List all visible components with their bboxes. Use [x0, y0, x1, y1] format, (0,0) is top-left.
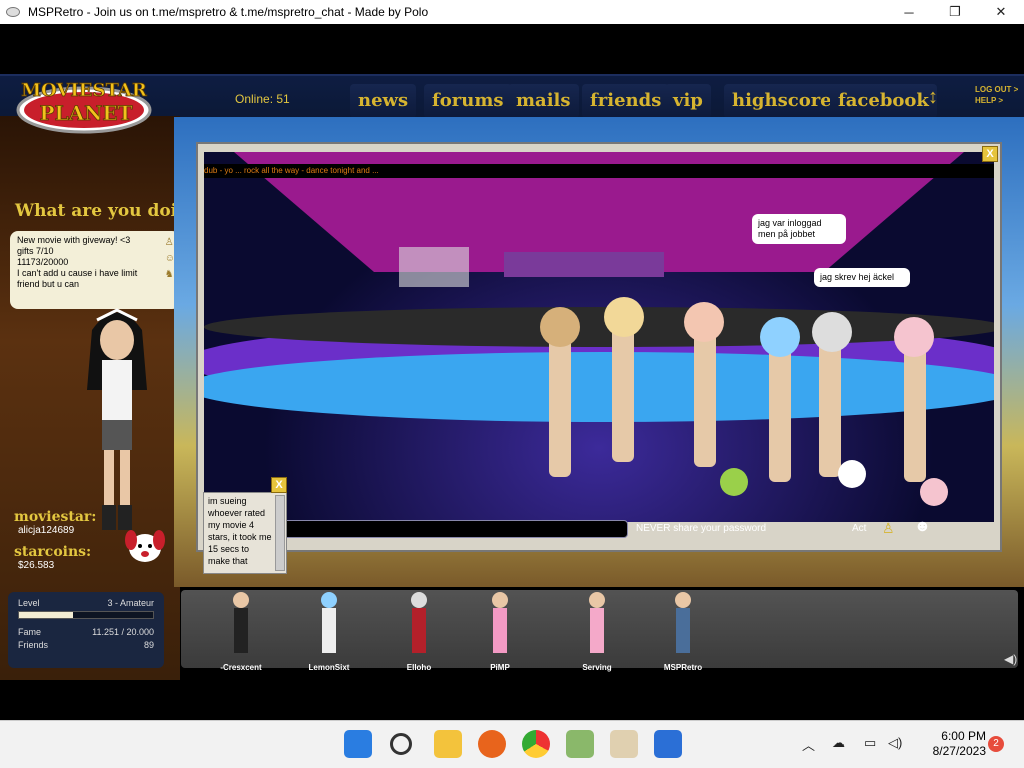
logo-text-2: PLANET — [39, 101, 132, 125]
status-line: New movie with giveway! <3 — [17, 235, 131, 245]
friends-value: 89 — [143, 640, 154, 650]
friend-avatar — [233, 592, 249, 653]
moviestar-info: moviestar: alicja124689 starcoins: $26.5… — [14, 509, 96, 571]
nav-facebook[interactable]: facebook — [830, 84, 937, 118]
chat-bubble: jag skrev hej äckel — [814, 268, 910, 287]
status-line: gifts 7/10 — [17, 246, 54, 256]
status-line: 11173/20000 — [17, 257, 69, 267]
room-close-button[interactable]: X — [982, 146, 998, 162]
chevron-up-icon[interactable]: ︿ — [802, 735, 815, 754]
logo-text-1: MOVIESTAR — [21, 80, 148, 101]
online-count: Online: 51 — [235, 92, 290, 106]
file-explorer-icon[interactable] — [434, 730, 462, 758]
chat-log-text: im sueing whoever rated my movie 4 stars… — [208, 496, 272, 566]
level-progress-fill — [19, 612, 73, 618]
chat-log[interactable]: im sueing whoever rated my movie 4 stars… — [203, 492, 287, 574]
fame-label: Fame — [18, 627, 42, 637]
maximize-button[interactable]: ❐ — [932, 0, 978, 24]
clock[interactable]: 6:00 PM 8/27/2023 — [912, 729, 986, 759]
username: alicja124689 — [18, 525, 75, 536]
minimize-button[interactable]: ─ — [886, 0, 932, 24]
friend-name: MSPRetro — [663, 663, 703, 672]
room-ticker: dub - yo ... rock all the way - dance to… — [204, 164, 994, 178]
mask-icon[interactable]: ☻ — [914, 518, 931, 536]
search-icon[interactable] — [390, 733, 412, 755]
time: 6:00 PM — [941, 729, 986, 743]
app-icon — [6, 7, 20, 17]
friend-name: PiMP — [490, 663, 510, 672]
status-line: I can't add u cause i have limit — [17, 268, 138, 278]
friend-avatar — [589, 592, 605, 653]
close-window-button[interactable]: ✕ — [978, 0, 1024, 24]
shield-icon[interactable] — [654, 730, 682, 758]
friend-item[interactable]: PiMP — [465, 590, 535, 672]
window-title: MSPRetro - Join us on t.me/mspretro & t.… — [28, 5, 429, 19]
chrome-icon[interactable] — [522, 730, 550, 758]
chat-log-scrollbar[interactable] — [275, 495, 285, 571]
level-progress-bar — [18, 611, 154, 619]
player-avatar[interactable] — [72, 300, 162, 535]
friends-label: Friends — [18, 640, 49, 650]
level-panel: Level 3 - Amateur Fame 11.251 / 20.000 Fri… — [8, 592, 164, 668]
nav-mails[interactable]: mails — [508, 84, 579, 118]
network-icon[interactable]: ▭ — [864, 735, 876, 751]
friend-avatar — [492, 592, 508, 653]
starcoins-label: starcoins: — [14, 544, 92, 560]
friend-name: LemonSixt — [308, 663, 350, 672]
act-button[interactable]: Act — [852, 523, 866, 534]
notification-badge[interactable]: 2 — [988, 736, 1004, 752]
password-warning: NEVER share your password — [636, 523, 767, 534]
nav-forums[interactable]: forums — [424, 84, 512, 118]
window-titlebar: MSPRetro - Join us on t.me/mspretro & t.… — [0, 0, 1024, 24]
friend-item[interactable]: MSPRetro — [648, 590, 718, 672]
nav-friends[interactable]: friends — [582, 84, 670, 118]
status-line: friend but u can — [17, 279, 80, 289]
sort-arrow-icon[interactable]: ↕ — [928, 86, 938, 109]
nav-vip[interactable]: vip — [665, 84, 711, 118]
act-figure-icon[interactable]: ♙ — [882, 520, 895, 537]
cloud-icon[interactable]: ☁ — [832, 735, 845, 751]
friend-item[interactable]: Serving — [562, 590, 632, 672]
room-scene — [204, 152, 994, 506]
app-icon[interactable] — [566, 730, 594, 758]
friends-bar: -Cresxcent LemonSixt Elloho PiMP Serving… — [181, 590, 1018, 672]
friend-name: -Cresxcent — [220, 663, 262, 672]
friend-item[interactable]: -Cresxcent — [206, 590, 276, 672]
volume-icon[interactable]: ◁) — [888, 735, 902, 751]
friend-item[interactable]: LemonSixt — [294, 590, 364, 672]
firefox-icon[interactable] — [478, 730, 506, 758]
taskbar: ︿ ☁ ▭ ◁) 6:00 PM 8/27/2023 2 — [0, 720, 1024, 768]
moviestar-label: moviestar: — [14, 509, 97, 525]
disco-room[interactable]: dub - yo ... rock all the way - dance to… — [204, 152, 994, 522]
fame-value: 11.251 / 20.000 — [92, 627, 154, 637]
pet-dog-icon[interactable] — [122, 522, 168, 568]
date: 8/27/2023 — [932, 744, 986, 758]
chat-log-close-button[interactable]: X — [271, 477, 287, 493]
logout-link[interactable]: LOG OUT > — [975, 84, 1018, 95]
sound-icon[interactable]: ◀) — [1004, 652, 1017, 666]
starcoins-value: $26.583 — [18, 560, 55, 571]
mspretro-icon[interactable] — [610, 730, 638, 758]
friend-avatar — [321, 592, 337, 653]
level-value: 3 - Amateur — [107, 598, 154, 608]
friend-item[interactable]: Elloho — [384, 590, 454, 672]
chat-bubble: jag var inloggad men på jobbet — [752, 214, 846, 244]
logout-help: LOG OUT > HELP > — [975, 84, 1018, 106]
level-label: Level — [18, 598, 40, 608]
friend-avatar — [675, 592, 691, 653]
friend-avatar — [411, 592, 427, 653]
room-window: dub - yo ... rock all the way - dance to… — [196, 142, 1002, 552]
friend-name: Elloho — [406, 663, 432, 672]
help-link[interactable]: HELP > — [975, 95, 1018, 106]
friend-name: Serving — [582, 663, 612, 672]
nav-news[interactable]: news — [350, 84, 417, 118]
status-box[interactable]: New movie with giveway! <3 gifts 7/10 11… — [10, 231, 180, 309]
windows-start-icon[interactable] — [344, 730, 372, 758]
moviestar-planet-logo[interactable]: MOVIESTAR PLANET — [14, 68, 154, 144]
